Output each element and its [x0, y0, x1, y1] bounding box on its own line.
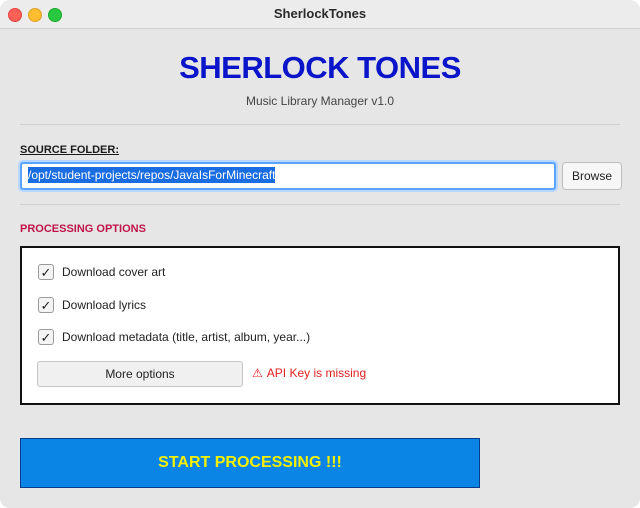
source-folder-label: SOURCE FOLDER: [20, 144, 119, 156]
metadata-checkbox[interactable]: ✓ [38, 329, 54, 345]
app-subtitle: Music Library Manager v1.0 [245, 94, 395, 108]
divider [20, 124, 620, 125]
checkmark-icon: ✓ [40, 264, 52, 280]
source-folder-input[interactable]: /opt/student-projects/repos/JavaIsForMin… [20, 162, 556, 190]
title-bar: SherlockTones [0, 0, 640, 29]
divider [20, 204, 620, 205]
lyrics-label: Download lyrics [62, 298, 147, 312]
api-key-warning: ⚠ API Key is missing [252, 366, 366, 380]
option-lyrics[interactable]: ✓ Download lyrics [38, 297, 146, 313]
checkmark-icon: ✓ [40, 329, 52, 345]
warning-icon: ⚠ [252, 366, 263, 380]
browse-button[interactable]: Browse [562, 162, 622, 190]
app-window: SherlockTones SHERLOCK TONES Music Libra… [0, 0, 640, 508]
processing-options-label: PROCESSING OPTIONS [20, 223, 146, 235]
api-key-warning-text: API Key is missing [266, 366, 367, 380]
metadata-label: Download metadata (title, artist, album,… [62, 330, 311, 344]
lyrics-checkbox[interactable]: ✓ [38, 297, 54, 313]
app-title: SHERLOCK TONES [179, 50, 461, 85]
option-cover-art[interactable]: ✓ Download cover art [38, 264, 165, 280]
source-folder-value: /opt/student-projects/repos/JavaIsForMin… [28, 167, 276, 183]
checkmark-icon: ✓ [40, 297, 52, 313]
processing-options-panel: ✓ Download cover art ✓ Download lyrics ✓… [20, 246, 620, 405]
cover-art-label: Download cover art [62, 265, 166, 279]
window-title: SherlockTones [273, 6, 367, 21]
cover-art-checkbox[interactable]: ✓ [38, 264, 54, 280]
start-processing-button[interactable]: START PROCESSING !!! [20, 438, 480, 488]
option-metadata[interactable]: ✓ Download metadata (title, artist, albu… [38, 329, 310, 345]
more-options-button[interactable]: More options [37, 361, 243, 387]
